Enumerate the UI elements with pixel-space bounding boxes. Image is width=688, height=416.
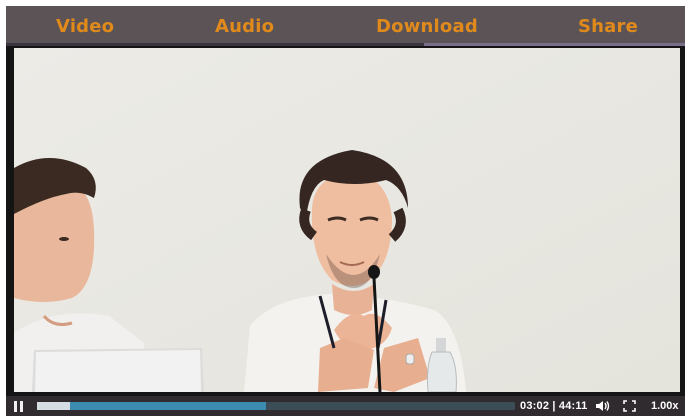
time-display: 03:02 | 44:11 <box>520 400 588 412</box>
player-control-bar: 03:02 | 44:11 1.00x <box>6 396 685 416</box>
seek-played <box>37 402 70 410</box>
seek-bar[interactable] <box>37 402 515 410</box>
tab-share[interactable]: Share <box>578 6 638 46</box>
tab-video[interactable]: Video <box>56 6 114 46</box>
seek-buffered <box>37 402 266 410</box>
tab-audio[interactable]: Audio <box>215 6 274 46</box>
pause-icon <box>14 400 17 412</box>
tab-download[interactable]: Download <box>376 6 478 46</box>
volume-icon <box>596 401 610 411</box>
video-still-image <box>14 48 680 392</box>
playback-speed[interactable]: 1.00x <box>651 396 679 416</box>
player-tab-bar: Video Audio Download Share <box>6 6 685 46</box>
pause-button[interactable] <box>14 396 28 416</box>
laptop <box>32 348 204 392</box>
pause-icon-bar <box>20 400 23 412</box>
fullscreen-icon <box>623 400 636 412</box>
fullscreen-button[interactable] <box>623 396 639 416</box>
volume-button[interactable] <box>596 396 612 416</box>
video-frame[interactable] <box>14 48 680 392</box>
